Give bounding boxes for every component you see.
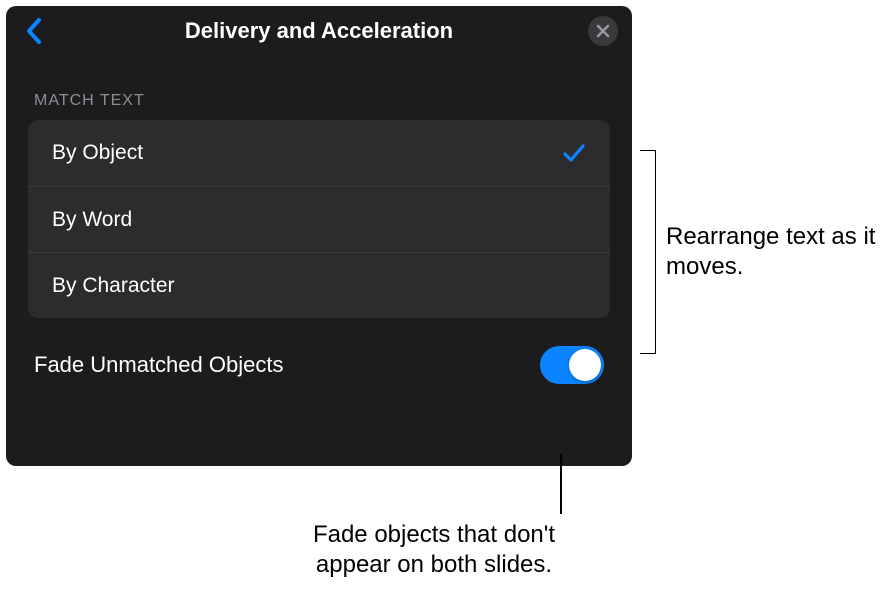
match-text-option-by-object[interactable]: By Object <box>28 120 610 186</box>
fade-unmatched-label: Fade Unmatched Objects <box>34 352 283 378</box>
panel-header: Delivery and Acceleration <box>6 6 632 56</box>
toggle-knob <box>569 349 601 381</box>
callout-rearrange-text: Rearrange text as it moves. <box>666 222 880 282</box>
chevron-left-icon <box>25 16 45 46</box>
settings-panel: Delivery and Acceleration MATCH TEXT By … <box>6 6 632 466</box>
fade-unmatched-toggle[interactable] <box>540 346 604 384</box>
back-button[interactable] <box>20 16 50 46</box>
close-icon <box>596 24 610 38</box>
callout-line <box>560 454 562 514</box>
panel-title: Delivery and Acceleration <box>185 18 453 44</box>
callout-fade-text: Fade objects that don't appear on both s… <box>274 520 594 580</box>
close-button[interactable] <box>588 16 618 46</box>
match-text-list: By Object By Word By Character <box>28 120 610 318</box>
checkmark-icon <box>562 141 586 165</box>
match-text-option-by-word[interactable]: By Word <box>28 186 610 252</box>
fade-unmatched-row: Fade Unmatched Objects <box>6 318 632 384</box>
option-label: By Object <box>52 141 143 165</box>
option-label: By Character <box>52 274 175 298</box>
match-text-option-by-character[interactable]: By Character <box>28 252 610 318</box>
option-label: By Word <box>52 208 132 232</box>
callout-bracket <box>640 150 656 354</box>
match-text-section-header: MATCH TEXT <box>6 56 632 120</box>
